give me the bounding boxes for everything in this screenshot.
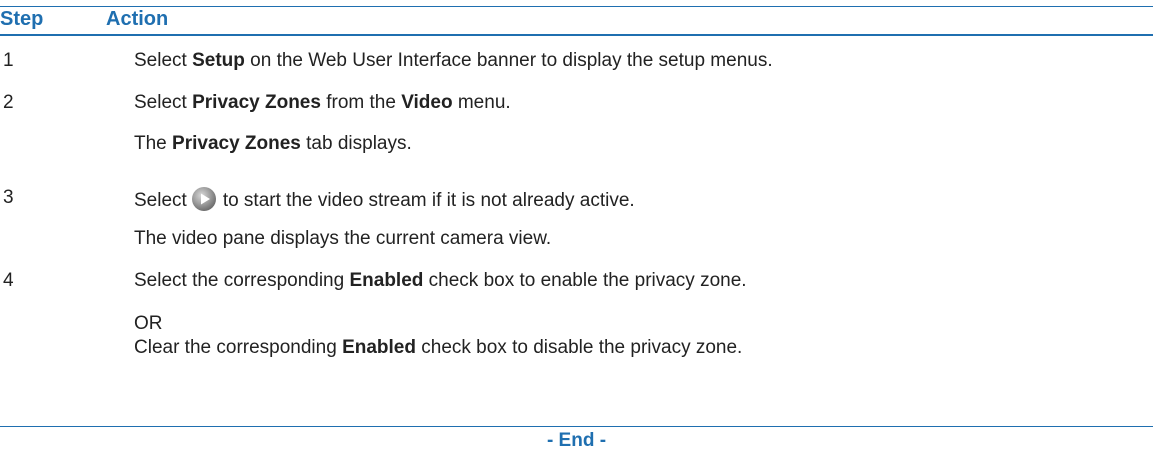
step-text: Select Privacy Zones from the Video menu… <box>134 91 511 115</box>
text-run: check box to disable the privacy zone. <box>415 337 743 358</box>
step-text: The video pane displays the current came… <box>134 227 551 251</box>
step-text: Clear the corresponding Enabled check bo… <box>134 336 742 360</box>
text-run: check box to enable the privacy zone. <box>423 270 747 291</box>
bold-term: Enabled <box>342 337 416 358</box>
header-step: Step <box>0 8 44 30</box>
step-text: Select Setup on the Web User Interface b… <box>134 49 773 73</box>
text-run: The video pane displays the current came… <box>134 228 552 249</box>
step-number: 4 <box>3 270 14 291</box>
table-header-rule <box>0 34 1153 36</box>
step-text: Select to start the video stream if it i… <box>134 186 635 213</box>
step-number: 1 <box>3 50 14 71</box>
bold-term: Setup <box>192 50 245 71</box>
step-text: The Privacy Zones tab displays. <box>134 132 412 156</box>
table-bottom-rule <box>0 426 1153 427</box>
header-action: Action <box>106 8 169 30</box>
procedure-table: Step Action 1 Select Setup on the Web Us… <box>0 0 1153 459</box>
play-button-icon <box>191 186 217 212</box>
text-run: menu. <box>452 92 511 113</box>
or-separator: OR <box>134 313 163 334</box>
text-run: Clear the corresponding <box>134 337 343 358</box>
step-number: 3 <box>3 187 14 208</box>
text-run: tab displays. <box>300 133 412 154</box>
step-text: OR <box>134 312 163 336</box>
bold-term: Video <box>401 92 453 113</box>
step-number: 2 <box>3 92 14 113</box>
text-run: Select the corresponding <box>134 270 350 291</box>
bold-term: Privacy Zones <box>192 92 321 113</box>
bold-term: Enabled <box>349 270 424 291</box>
bold-term: Privacy Zones <box>172 133 301 154</box>
text-run: Select <box>134 190 187 211</box>
text-run: Select <box>134 50 193 71</box>
text-run: on the Web User Interface banner to disp… <box>244 50 773 71</box>
step-text: Select the corresponding Enabled check b… <box>134 269 747 293</box>
text-run: The <box>134 133 173 154</box>
text-run: Select <box>134 92 193 113</box>
end-marker: - End - <box>546 430 607 451</box>
text-run: to start the video stream if it is not a… <box>222 190 635 211</box>
text-run: from the <box>320 92 402 113</box>
table-header: Step Action <box>0 7 1153 33</box>
